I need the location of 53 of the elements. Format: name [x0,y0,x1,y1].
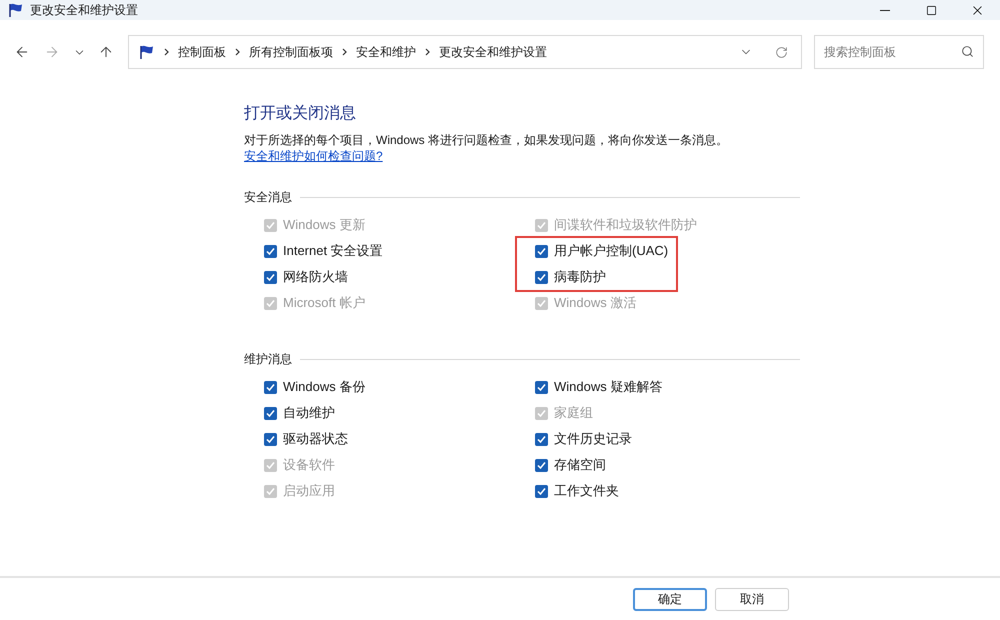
checkbox-label: 自动维护 [283,404,335,422]
search-field[interactable]: 搜索控制面板 [814,35,984,69]
chevron-right-icon [235,48,240,56]
description-text: 对于所选择的每个项目，Windows 将进行问题检查，如果发现问题，将向你发送一条消息。 安全和维护如何检查问题? [244,132,730,164]
checkbox-label: Windows 激活 [554,294,636,312]
checkbox[interactable] [264,244,277,258]
dialog-button[interactable]: 确定 [633,588,707,610]
checkbox-label: 间谍软件和垃圾软件防护 [554,216,697,234]
checkbox[interactable] [264,380,277,394]
checkbox-label: 网络防火墙 [283,268,348,286]
checkbox[interactable] [535,484,548,498]
checkbox[interactable] [535,270,548,284]
section-heading: 安全消息 [244,189,292,206]
chevron-right-icon [164,48,169,56]
checkbox[interactable] [264,270,277,284]
dialog-button[interactable]: 取消 [715,588,789,610]
checkbox[interactable] [264,406,277,420]
checkbox-label: 家庭组 [554,404,593,422]
checkbox-label: Microsoft 帐户 [283,294,366,312]
address-bar[interactable]: 控制面板 所有控制面板项 安全和维护 更改安全和维护设置 [128,35,802,69]
chevron-right-icon [425,48,430,56]
checkbox-label: 用户帐户控制(UAC) [554,242,668,260]
checkbox-label: 启动应用 [283,482,335,500]
checkbox-label: Windows 疑难解答 [554,378,662,396]
checkbox[interactable] [535,432,548,446]
section-heading: 维护消息 [244,351,292,368]
checkbox-label: Windows 更新 [283,216,366,234]
breadcrumb-item[interactable]: 控制面板 [178,43,226,61]
checkbox-label: Internet 安全设置 [283,242,383,260]
window-title: 更改安全和维护设置 [30,2,138,19]
checkbox-label: 存储空间 [554,456,606,474]
forward-arrow-icon [44,44,60,60]
breadcrumb-item[interactable]: 所有控制面板项 [249,43,333,61]
checkbox[interactable] [535,458,548,472]
page-heading: 打开或关闭消息 [244,104,357,124]
maximize-icon [926,4,936,16]
checkbox[interactable] [264,432,277,446]
refresh-icon [774,46,788,58]
checkbox-label: 驱动器状态 [283,430,348,448]
search-icon[interactable] [961,45,974,58]
checkbox-label: 设备软件 [283,456,335,474]
checkbox[interactable] [535,244,548,258]
breadcrumb-item[interactable]: 安全和维护 [356,43,416,61]
checkbox-label: 工作文件夹 [554,482,619,500]
flag-icon [8,3,24,17]
chevron-right-icon [342,48,347,56]
breadcrumb-item[interactable]: 更改安全和维护设置 [439,43,547,61]
checkbox-label: 病毒防护 [554,268,606,286]
checkbox-label: 文件历史记录 [554,430,632,448]
checkbox-label: Windows 备份 [283,378,366,396]
checkbox[interactable] [535,380,548,394]
flag-icon [139,45,155,59]
help-link[interactable]: 安全和维护如何检查问题? [244,149,383,163]
